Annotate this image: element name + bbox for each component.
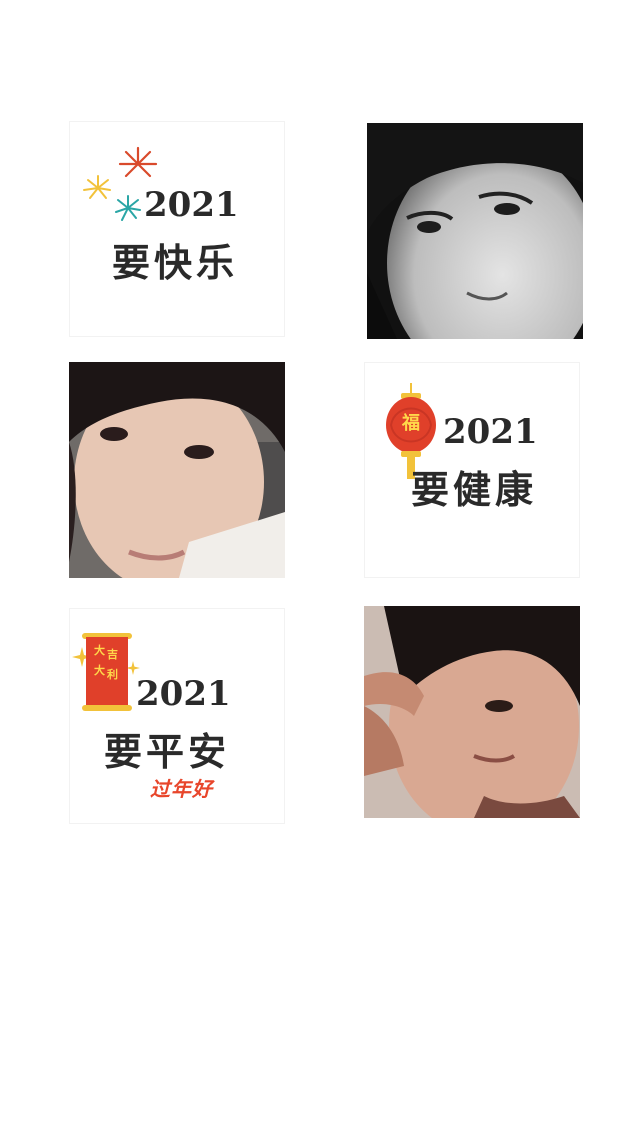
scroll-character: 吉: [107, 648, 118, 661]
portrait-photo-icon: [367, 123, 583, 339]
lantern-character: 福: [402, 413, 420, 434]
scroll-character: 利: [107, 668, 118, 681]
new-year-tag: 过年好: [150, 777, 213, 801]
scroll-character: 大: [94, 644, 105, 657]
portrait-photo-icon: [69, 362, 285, 578]
portrait-photo[interactable]: [367, 123, 583, 339]
year-label: 2021: [443, 412, 538, 452]
health-card[interactable]: 福 2021 要健康: [364, 362, 580, 578]
portrait-photo[interactable]: [364, 606, 580, 818]
portrait-photo-icon: [364, 606, 580, 818]
wish-label: 要平安: [104, 729, 231, 774]
wish-label: 要快乐: [112, 240, 239, 285]
year-label: 2021: [136, 674, 231, 714]
happy-card[interactable]: 2021 要快乐: [69, 121, 285, 337]
portrait-photo[interactable]: [69, 362, 285, 578]
wish-label: 要健康: [411, 467, 538, 512]
year-label: 2021: [144, 185, 239, 225]
peace-card[interactable]: 大 吉 大 利 2021 要平安 过年好: [69, 608, 285, 824]
scroll-character: 大: [94, 664, 105, 677]
